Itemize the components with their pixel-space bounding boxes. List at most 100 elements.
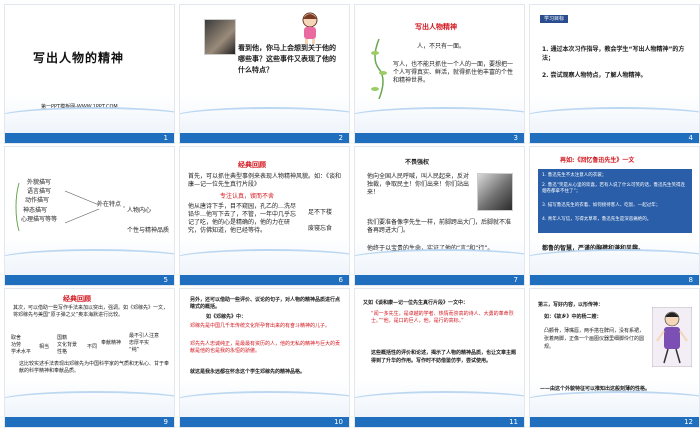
slide-canvas: 不畏强权 他向全国人民呼喊，叫人民起来，反对独裁，争取民主！你们出来！你们站出来… (355, 147, 524, 277)
compare-item: 性格 (57, 349, 68, 355)
mind-map-item: 动作描写 (25, 197, 50, 204)
slide-body-text: 写人，也不能只抓住一个人的一面，要想把一个人写得真实、鲜活，就得抓住他丰富的个性… (393, 61, 514, 84)
slide-canvas: 学习目标 1. 通过本次习作指导，教会学生“写出人物精神”的方法； 2. 尝试观… (530, 5, 699, 135)
slide-canvas: 经典回顾 首先，可以抓住典型事例来表现人物精神风貌。如：《谈和康—记一位先生真行… (180, 147, 349, 277)
slide-thumbnail-12[interactable]: 第三，写好内容，以形传神： 如：《故乡》中的杨二嫂： 凸颧骨，薄嘴唇，两手搭在髀… (529, 288, 700, 428)
slide-number: 9 (163, 418, 168, 426)
decorative-swoosh (355, 107, 524, 129)
slide-thumbnail-2[interactable]: 看到他，你马上会想到关于他的哪些事？这些事件又表现了他的什么特点？ 2 (179, 4, 350, 144)
decorative-swoosh (530, 107, 699, 129)
slide-text-3: 邓稼先是中国几千年传统文化所孕育出来的有奋斗精神的儿子。 (190, 323, 331, 329)
mind-map-item: 语言描写 (27, 188, 52, 195)
compare-col-2: 相当 (39, 344, 50, 350)
slide-canvas: 外貌描写 语言描写 动作描写 神态描写 心理描写等等 外在特点 人物内心 个性与… (5, 147, 174, 277)
decorative-swoosh (530, 249, 699, 271)
slide-bar (355, 417, 524, 427)
slide-number: 12 (684, 418, 693, 426)
slide-canvas: 经典回顾 其次，可以借助一些写作手法来加以突出，强调。如《邓稼先》一文，将邓稼先… (5, 289, 174, 419)
leaf-decoration-icon (371, 39, 387, 99)
slide-canvas: 写出人物的精神 第一PPT模板网-WWW.1PPT.COM (5, 5, 174, 135)
slide-thumbnail-3[interactable]: 写出人物精神 人，不只有一面。 写人，也不能只抓住一个人的一面，要想把一个人写得… (354, 4, 525, 144)
slide-number: 1 (163, 134, 168, 142)
slide-number: 11 (509, 418, 518, 426)
slide-text-3: 凸颧骨，薄嘴唇，两手搭在髀间，没有系裙，张着两脚，正像一个画图仪器里细脚伶仃的圆… (544, 328, 645, 350)
slide-thumbnail-11[interactable]: 又如《谈和康—记一位先生真行片段》一文中： “闻一多先生，是卓越的学者、热情而崇… (354, 288, 525, 428)
slide-canvas: 看到他，你马上会想到关于他的哪些事？这些事件又表现了他的什么特点？ (180, 5, 349, 135)
slide-bar (180, 417, 349, 427)
slide-side-note: 足不下楼 (308, 209, 333, 216)
slide-text-1: 另外，还可以借助一些评价、议论的句子，对人物的精神品质进行点睛式的概括。 (190, 297, 341, 310)
slide-bar (180, 133, 349, 143)
decorative-swoosh (180, 391, 349, 413)
mind-map-item: 神态描写 (23, 207, 48, 214)
compare-col-4: 不同 (87, 344, 98, 350)
slide-thumbnail-10[interactable]: 另外，还可以借助一些评价、议论的句子，对人物的精神品质进行点睛式的概括。 如《邓… (179, 288, 350, 428)
decorative-swoosh (355, 249, 524, 271)
slide-side-note: 废寝忘食 (308, 225, 333, 232)
slide-bar (5, 417, 174, 427)
slide-intro-text: 首先，可以抓住典型事例来表现人物精神风貌。如：《谈和康—记一位先生真行片段》 (188, 173, 342, 188)
slide-bar (5, 275, 174, 285)
slide-title: 再如:《回忆鲁迅先生》一文 (560, 157, 635, 164)
slide-body-text: 他从唐诗下手，目不窥园，孔乙的…洗尽铅华…他写下去了，不管，一年中几乎忘记了吃，… (188, 203, 297, 234)
slide-bar (355, 275, 524, 285)
compare-item: “纯” (129, 347, 140, 353)
compare-item: 取舍 (11, 335, 22, 341)
slide-bar (5, 133, 174, 143)
slide-text-2: 如：《故乡》中的杨二嫂： (544, 314, 602, 320)
slide-number: 4 (688, 134, 693, 142)
decorative-swoosh (5, 391, 174, 413)
slide-thumbnail-6[interactable]: 经典回顾 首先，可以抓住典型事例来表现人物精神风貌。如：《谈和康—记一位先生真行… (179, 146, 350, 286)
point-item: 1. 鲁迅先生不太注意人的衣裳； (542, 173, 607, 178)
slide-bar (180, 275, 349, 285)
compare-col-3: 国籍 文化背景 性格 (57, 335, 87, 356)
slide-text-4: 邓先先人忠诚纯正，是最最有资历的人，他的无私的精神与巨大的贡献是他的也是我的永恒… (190, 341, 341, 354)
learning-goal-1: 1. 通过本次习作指导，教会学生“写出人物精神”的方法； (542, 46, 685, 62)
slide-bar (530, 417, 699, 427)
portrait-photo (477, 173, 513, 211)
slide-text-2: 如《邓稼先》中： (206, 314, 247, 320)
point-item: 4. 青年人写信，写得太草率，鲁迅先生是深恶痛绝的。 (542, 217, 652, 222)
points-box: 1. 鲁迅先生不太注意人的衣裳； 2. 鲁迅“笑是从心里的欢喜，若有人说了什么可… (538, 169, 692, 233)
slide-number: 8 (688, 276, 693, 284)
slide-question-text: 看到他，你马上会想到关于他的哪些事？这些事件又表现了他的什么特点？ (238, 44, 336, 74)
slide-canvas: 又如《谈和康—记一位先生真行片段》一文中： “闻一多先生，是卓越的学者、热情而崇… (355, 289, 524, 419)
slide-line: 不畏强权 (405, 159, 430, 166)
compare-item: 最不引人注意 (129, 333, 160, 339)
slide-thumbnail-7[interactable]: 不畏强权 他向全国人民呼喊，叫人民起来，反对独裁，争取民主！你们出来！你们站出来… (354, 146, 525, 286)
mind-map-outer: 外在特点 (97, 201, 122, 208)
slide-bar (530, 133, 699, 143)
slide-intro-text: 其次，可以借助一些写作手法来加以突出，强调。如《邓稼先》一文，将邓稼先与美国“原… (13, 305, 169, 318)
slide-tag: 学习目标 (540, 15, 569, 23)
compare-item: 忠厚平实 (129, 340, 150, 346)
compare-col-6: 最不引人注意 忠厚平实 “纯” (129, 333, 173, 354)
point-item: 3. 描写鲁迅先生的衣着、如何接待客人、吃饭、一起过年； (542, 203, 661, 208)
slide-thumbnail-9[interactable]: 经典回顾 其次，可以借助一些写作手法来加以突出，强调。如《邓稼先》一文，将邓稼先… (4, 288, 175, 428)
slide-number: 10 (334, 418, 343, 426)
slide-thumbnail-4[interactable]: 学习目标 1. 通过本次习作指导，教会学生“写出人物精神”的方法； 2. 尝试观… (529, 4, 700, 144)
decorative-swoosh (180, 249, 349, 271)
slide-heading: 写出人物精神 (415, 23, 457, 31)
point-item: 2. 鲁迅“笑是从心里的欢喜，若有人说了什么可笑的话，鲁迅先生笑得连烟卷都拿不住… (542, 183, 686, 194)
slide-number: 2 (338, 134, 343, 142)
decorative-swoosh (180, 107, 349, 129)
slide-canvas: 写出人物精神 人，不只有一面。 写人，也不能只抓住一个人的一面，要想把一个人写得… (355, 5, 524, 135)
slide-canvas: 另外，还可以借助一些评价、议论的句子，对人物的精神品质进行点睛式的概括。 如《邓… (180, 289, 349, 419)
slide-quote: “闻一多先生，是卓越的学者、热情而崇高的诗人、大勇的革命烈士。”“他，是口的巨人… (371, 311, 514, 324)
learning-goal-2: 2. 尝试观察人物特点，了解人物精神。 (542, 72, 647, 79)
slide-red-label: 专注认真，锲而不舍 (220, 193, 275, 200)
slide-text-5: 就这是我永远都在怀念这个学生邓稼先的精神品格。 (190, 369, 306, 375)
slide-text-1: 第三，写好内容，以形传神： (538, 302, 604, 308)
decorative-swoosh (355, 391, 524, 413)
slide-body-text-2: 我们要准备像李先生一样，前脚跨出大门，后脚就不准备再跨进大门。 (367, 219, 512, 234)
compare-col-5: 奉献精神 (101, 340, 122, 346)
slide-title: 写出人物的精神 (33, 51, 125, 65)
compare-item: 国籍 (57, 335, 68, 341)
slide-canvas: 第三，写好内容，以形传神： 如：《故乡》中的杨二嫂： 凸颧骨，薄嘴唇，两手搭在髀… (530, 289, 699, 419)
slide-body-text: 他向全国人民呼喊，叫人民起来，反对独裁，争取民主！你们出来！你们站出来！ (367, 173, 470, 196)
decorative-swoosh (5, 249, 174, 271)
slide-thumbnail-8[interactable]: 再如:《回忆鲁迅先生》一文 1. 鲁迅先生不太注意人的衣裳； 2. 鲁迅“笑是从… (529, 146, 700, 286)
mind-map-item: 外貌描写 (27, 179, 52, 186)
slide-thumbnail-1[interactable]: 写出人物的精神 第一PPT模板网-WWW.1PPT.COM 1 (4, 4, 175, 144)
slide-thumbnail-5[interactable]: 外貌描写 语言描写 动作描写 神态描写 心理描写等等 外在特点 人物内心 个性与… (4, 146, 175, 286)
